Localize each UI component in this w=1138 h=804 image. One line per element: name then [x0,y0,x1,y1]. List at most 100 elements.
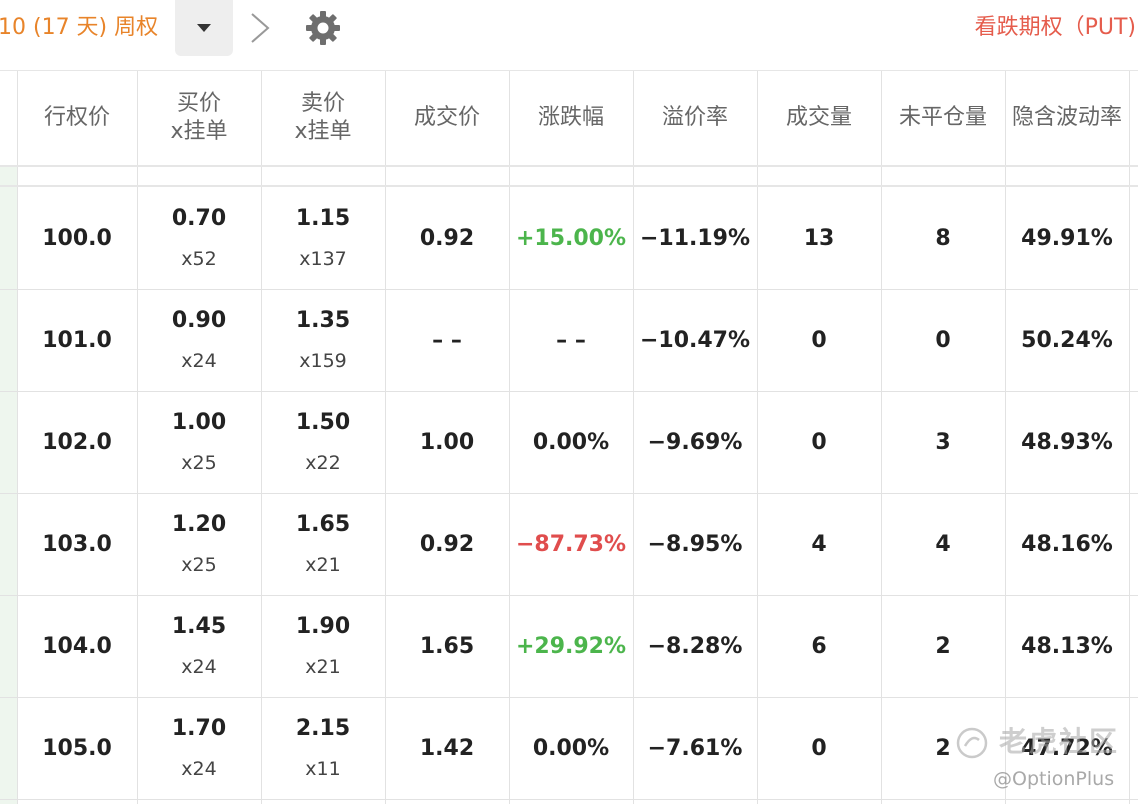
column-divider [1129,71,1130,804]
cell-bid[interactable]: 1.45 x24 [137,595,261,697]
column-header-ask[interactable]: 卖价 x挂单 [261,71,385,165]
ask-price: 1.15 [295,206,351,231]
cell-volume: 0 [811,327,827,353]
column-header-line: x挂单 [294,119,352,144]
ask-price: 1.35 [295,308,351,333]
cell-last: 0.92 [419,531,475,557]
ask-size: x11 [305,758,341,780]
cell-ask[interactable]: 1.65 x21 [261,493,385,595]
cell-change: +15.00% [515,225,627,251]
tiger-logo-icon [956,727,988,759]
cell-last: 1.65 [419,633,475,659]
column-header-premium[interactable]: 溢价率 [633,71,757,165]
bid-size: x52 [181,248,217,270]
header-divider [0,165,1138,167]
cell-iv: 48.93% [1021,429,1113,455]
column-header-line: 卖价 [300,91,345,116]
cell-iv: 49.91% [1021,225,1113,251]
bid-size: x25 [181,452,217,474]
bid-price: 0.70 [171,206,227,231]
cell-strike[interactable]: 103.0 [17,493,137,595]
cell-premium: −11.19% [639,225,751,251]
cell-change: −87.73% [515,531,627,557]
cell-bid[interactable]: 1.70 x24 [137,697,261,799]
watermark-handle: @OptionPlus [993,768,1115,790]
cell-change: +29.92% [515,633,627,659]
in-the-money-strip [0,166,17,804]
cell-last: 1.00 [419,429,475,455]
cell-oi: 0 [935,327,951,353]
column-header-line: 成交价 [413,105,480,130]
cell-ask[interactable]: 1.15 x137 [261,187,385,289]
cell-last: 0.92 [419,225,475,251]
ask-price: 2.15 [295,716,351,741]
column-header-strike[interactable]: 行权价 [17,71,137,165]
column-header-line: 隐含波动率 [1011,105,1122,130]
chevron-right-icon[interactable] [244,8,274,48]
cell-last: – – [432,327,462,353]
ask-size: x159 [299,350,347,372]
cell-iv: 48.13% [1021,633,1113,659]
cell-strike[interactable]: 101.0 [17,289,137,391]
column-header-line: 未平仓量 [898,105,987,130]
cell-premium: −9.69% [647,429,743,455]
column-header-line: 成交量 [785,105,852,130]
cell-change: 0.00% [532,429,610,455]
toolbar: 10 (17 天) 周权 看跌期权（PUT) [0,0,1138,71]
bid-size: x24 [181,758,217,780]
ask-price: 1.90 [295,614,351,639]
cell-oi: 2 [935,633,951,659]
cell-strike[interactable]: 100.0 [17,187,137,289]
cell-strike[interactable]: 102.0 [17,391,137,493]
ask-price: 1.65 [295,512,351,537]
column-header-oi[interactable]: 未平仓量 [881,71,1005,165]
cell-ask[interactable]: 1.50 x22 [261,391,385,493]
column-header-line: 涨跌幅 [537,105,604,130]
cell-ask[interactable]: 1.35 x159 [261,289,385,391]
ask-price: 1.50 [295,410,351,435]
gear-icon[interactable] [305,10,341,46]
column-header-line: 买价 [176,91,221,116]
cell-volume: 4 [811,531,827,557]
ask-size: x137 [299,248,347,270]
cell-ask[interactable]: 2.15 x11 [261,697,385,799]
column-header-bid[interactable]: 买价 x挂单 [137,71,261,165]
column-header-last[interactable]: 成交价 [385,71,509,165]
cell-oi: 4 [935,531,951,557]
cell-last: 1.42 [419,735,475,761]
ask-size: x21 [305,554,341,576]
ask-size: x21 [305,656,341,678]
bid-price: 1.00 [171,410,227,435]
put-options-title[interactable]: 看跌期权（PUT) [975,10,1136,46]
cell-bid[interactable]: 1.20 x25 [137,493,261,595]
cell-bid[interactable]: 1.00 x25 [137,391,261,493]
cell-oi: 3 [935,429,951,455]
cell-premium: −8.95% [647,531,743,557]
cell-strike[interactable]: 105.0 [17,697,137,799]
column-header-iv[interactable]: 隐含波动率 [1005,71,1129,165]
cell-premium: −10.47% [639,327,751,353]
cell-bid[interactable]: 0.90 x24 [137,289,261,391]
cell-strike[interactable]: 104.0 [17,595,137,697]
cell-premium: −8.28% [647,633,743,659]
column-header-change[interactable]: 涨跌幅 [509,71,633,165]
cell-volume: 0 [811,735,827,761]
cell-volume: 0 [811,429,827,455]
watermark-block: 老虎社区 @OptionPlus [955,718,1135,804]
bid-price: 1.70 [171,716,227,741]
cell-ask[interactable]: 1.90 x21 [261,595,385,697]
cell-volume: 6 [811,633,827,659]
cell-volume: 13 [803,225,835,251]
caret-down-icon [197,24,211,32]
bid-size: x24 [181,350,217,372]
column-header-volume[interactable]: 成交量 [757,71,881,165]
bid-price: 0.90 [171,308,227,333]
expiry-dropdown-button[interactable] [175,0,233,56]
cell-bid[interactable]: 0.70 x52 [137,187,261,289]
cell-iv: 48.16% [1021,531,1113,557]
cell-change: 0.00% [532,735,610,761]
expiry-selector-label[interactable]: 10 (17 天) 周权 [0,10,158,46]
watermark-text: 老虎社区 [999,725,1120,758]
bid-price: 1.45 [171,614,227,639]
ask-size: x22 [305,452,341,474]
